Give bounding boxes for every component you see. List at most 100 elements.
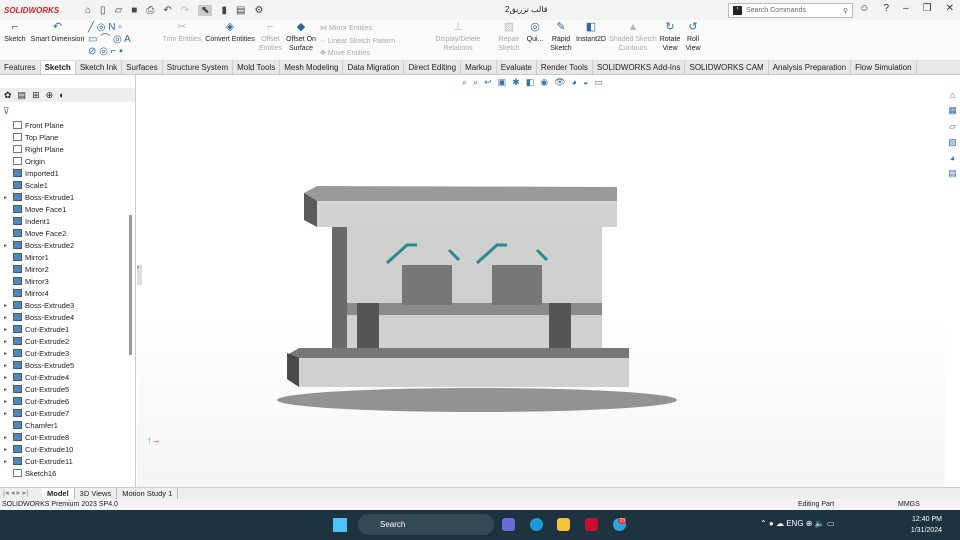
property-manager-tab[interactable]: ▤: [18, 90, 27, 100]
tree-item[interactable]: ▸ Cut-Extrude8: [0, 431, 128, 443]
tree-item[interactable]: ▸ Cut-Extrude4: [0, 371, 128, 383]
tab-solidworks-cam[interactable]: SOLIDWORKS CAM: [685, 61, 769, 74]
move-entities-button[interactable]: ✥ Move Entities: [320, 49, 370, 57]
custom-properties-icon[interactable]: ▤: [948, 168, 957, 179]
expand-arrow-icon[interactable]: ▸: [4, 302, 13, 309]
undo-icon[interactable]: ↶: [163, 5, 171, 16]
tree-item[interactable]: ▸ Cut-Extrude3: [0, 347, 128, 359]
tab-sketch[interactable]: Sketch: [40, 61, 76, 74]
zoom-fit-icon[interactable]: ⌕: [462, 77, 467, 88]
mold-model[interactable]: [137, 75, 945, 487]
tray-icons[interactable]: ⌃ ● ☁ ENG ⊕ 🔈 ▭: [760, 519, 834, 528]
expand-arrow-icon[interactable]: ▸: [4, 374, 13, 381]
mirror-entities-button[interactable]: ⋈ Mirror Entities: [320, 24, 372, 32]
quick-snaps-button[interactable]: ◎ Qui...: [524, 22, 546, 44]
open-icon[interactable]: ▱: [115, 5, 123, 16]
expand-arrow-icon[interactable]: ▸: [4, 194, 13, 201]
previous-view-icon[interactable]: ↩: [484, 77, 492, 88]
view-palette-icon[interactable]: ▧: [948, 137, 957, 148]
telegram-icon[interactable]: 73: [613, 518, 626, 531]
expand-arrow-icon[interactable]: ▸: [4, 314, 13, 321]
expand-arrow-icon[interactable]: ▸: [4, 350, 13, 357]
tree-item[interactable]: ▸ Boss-Extrude5: [0, 359, 128, 371]
tree-item[interactable]: Right Plane: [0, 143, 128, 155]
convert-entities-button[interactable]: ◈ Convert Entities: [205, 22, 255, 44]
select-icon[interactable]: ⬉: [198, 4, 213, 16]
redo-icon[interactable]: ↷: [181, 5, 189, 16]
expand-arrow-icon[interactable]: ▸: [4, 326, 13, 333]
home-resources-icon[interactable]: ⌂: [950, 90, 955, 100]
rotate-view-button[interactable]: ↻ Rotate View: [658, 22, 682, 53]
tab-mold-tools[interactable]: Mold Tools: [233, 61, 281, 74]
appearance-icon[interactable]: ◕: [572, 77, 577, 88]
tab-markup[interactable]: Markup: [461, 61, 497, 74]
user-icon[interactable]: ☺: [859, 3, 869, 14]
tree-item[interactable]: ▸ Cut-Extrude10: [0, 443, 128, 455]
zoom-area-icon[interactable]: ⌕: [473, 77, 478, 88]
file-explorer-icon[interactable]: ▱: [949, 121, 956, 132]
tree-item[interactable]: Move Face1: [0, 203, 128, 215]
tree-item[interactable]: Indent1: [0, 215, 128, 227]
filter-icon[interactable]: ⊽: [3, 106, 10, 117]
dimxpert-tab[interactable]: ⊕: [46, 90, 54, 100]
tree-item[interactable]: Mirror1: [0, 251, 128, 263]
tab-render-tools[interactable]: Render Tools: [537, 61, 593, 74]
offset-on-surface-button[interactable]: ◆ Offset On Surface: [285, 22, 317, 53]
tree-item[interactable]: ▸ Cut-Extrude6: [0, 395, 128, 407]
save-icon[interactable]: ■: [131, 5, 137, 16]
home-icon[interactable]: ⌂: [85, 5, 91, 16]
expand-arrow-icon[interactable]: ▸: [4, 458, 13, 465]
expand-arrow-icon[interactable]: ▸: [4, 362, 13, 369]
smart-dimension-button[interactable]: ↶ Smart Dimension: [30, 22, 85, 44]
tab-direct-editing[interactable]: Direct Editing: [404, 61, 462, 74]
tree-item[interactable]: Origin: [0, 155, 128, 167]
offset-entities-button[interactable]: ⌐ Offset Entities: [258, 22, 283, 53]
rapid-sketch-button[interactable]: ✎ Rapid Sketch: [549, 22, 573, 53]
tree-item[interactable]: ▸ Boss-Extrude3: [0, 299, 128, 311]
repair-sketch-button[interactable]: ▨ Repair Sketch: [497, 22, 521, 53]
instant2d-button[interactable]: ◧ Instant2D: [575, 22, 607, 44]
file-properties-icon[interactable]: ▤: [236, 5, 245, 16]
close-button[interactable]: ✕: [946, 3, 954, 14]
design-library-icon[interactable]: ▦: [948, 105, 957, 116]
search-icon[interactable]: ⚲: [843, 7, 852, 15]
options-gear-icon[interactable]: ⚙: [254, 5, 263, 16]
tab-solidworks-add-ins[interactable]: SOLIDWORKS Add-Ins: [593, 61, 686, 74]
solidworks-taskbar-icon[interactable]: [585, 518, 598, 531]
units-selector[interactable]: MMGS: [898, 499, 920, 510]
teams-icon[interactable]: [502, 518, 515, 531]
graphics-area[interactable]: ⌕ ⌕ ↩ ▣ ✱ ◧ ◉ 👁 ◕ ◒ ▭ ↑→ ‹: [137, 75, 945, 487]
print-icon[interactable]: ⎙: [146, 5, 154, 16]
tab-sketch-ink[interactable]: Sketch Ink: [76, 61, 123, 74]
help-icon[interactable]: ?: [884, 3, 890, 14]
tab-3d-views[interactable]: 3D Views: [75, 488, 118, 499]
minimize-button[interactable]: –: [903, 3, 909, 14]
tab-mesh-modeling[interactable]: Mesh Modeling: [280, 61, 344, 74]
sketch-entities-group[interactable]: ╱ ◎ N ▫ ▭ ⌒ ◎ A ⊘ ◎ ⌐ ▪: [88, 22, 158, 58]
shaded-contours-button[interactable]: ▲ Shaded Sketch Contours: [609, 22, 657, 53]
scene-icon[interactable]: ◒: [583, 77, 588, 88]
tree-item[interactable]: ▸ Cut-Extrude2: [0, 335, 128, 347]
tab-analysis-preparation[interactable]: Analysis Preparation: [769, 61, 852, 74]
section-view-icon[interactable]: ▣: [498, 77, 507, 88]
traffic-light-icon[interactable]: ▮: [221, 5, 227, 16]
tab-structure-system[interactable]: Structure System: [163, 61, 234, 74]
tab-evaluate[interactable]: Evaluate: [497, 61, 537, 74]
tab-features[interactable]: Features: [0, 61, 41, 74]
expand-arrow-icon[interactable]: ▸: [4, 338, 13, 345]
linear-pattern-button[interactable]: ⁘ Linear Sketch Pattern: [320, 37, 395, 45]
tree-item[interactable]: Chamfer1: [0, 419, 128, 431]
tree-item[interactable]: ▸ Boss-Extrude1: [0, 191, 128, 203]
start-button[interactable]: [333, 518, 347, 532]
tree-item[interactable]: Imported1: [0, 167, 128, 179]
expand-arrow-icon[interactable]: ▸: [4, 398, 13, 405]
tree-item[interactable]: Sketch16: [0, 467, 128, 479]
tree-item[interactable]: ▸ Boss-Extrude4: [0, 311, 128, 323]
tree-item[interactable]: Mirror2: [0, 263, 128, 275]
display-manager-tab[interactable]: ◐: [59, 90, 64, 100]
tree-item[interactable]: Top Plane: [0, 131, 128, 143]
feature-manager-tab[interactable]: ✿: [4, 90, 12, 100]
clock[interactable]: 12:40 PM 1/31/2024: [911, 514, 942, 536]
edge-icon[interactable]: [530, 518, 543, 531]
expand-arrow-icon[interactable]: ▸: [4, 446, 13, 453]
